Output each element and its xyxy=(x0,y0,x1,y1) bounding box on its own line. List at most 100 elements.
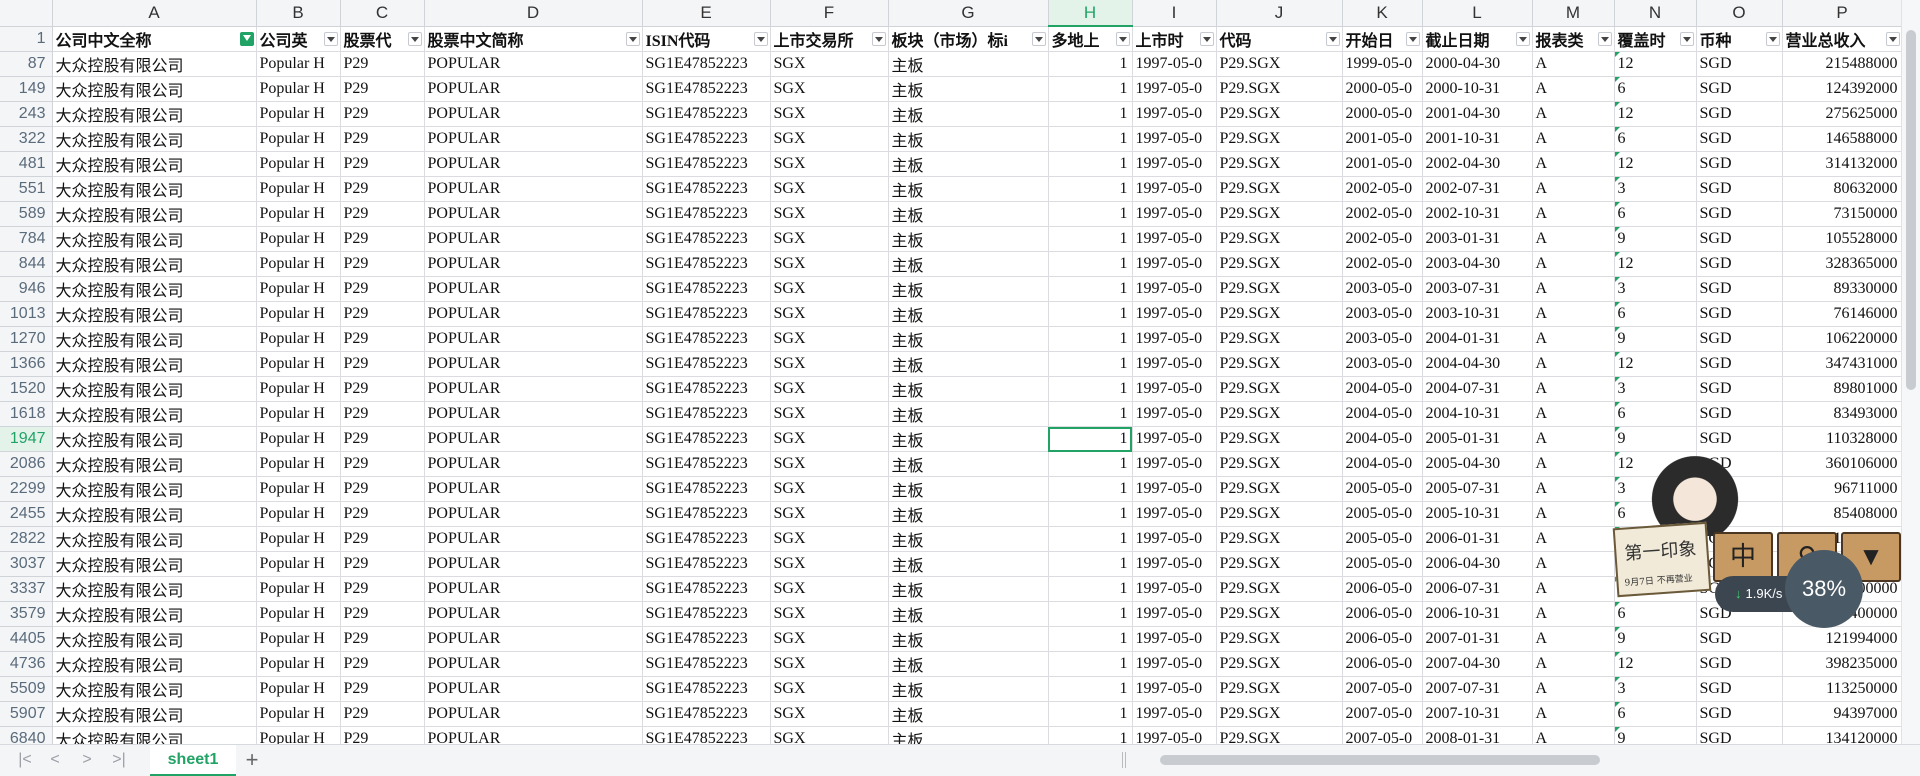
vertical-scroll-thumb[interactable] xyxy=(1906,30,1916,390)
cell[interactable]: 1 xyxy=(1048,251,1133,277)
cell[interactable]: P29.SGX xyxy=(1216,151,1343,177)
cell[interactable]: 主板 xyxy=(888,351,1049,377)
cell[interactable]: 2002-07-31 xyxy=(1422,176,1533,202)
cell[interactable]: 主板 xyxy=(888,451,1049,477)
cell[interactable]: 1 xyxy=(1048,226,1133,252)
cell[interactable]: 主板 xyxy=(888,101,1049,127)
cell[interactable]: 2003-05-0 xyxy=(1342,351,1423,377)
cell[interactable]: 2007-01-31 xyxy=(1422,626,1533,652)
cell[interactable]: 275625000 xyxy=(1782,101,1902,127)
cell[interactable]: 2001-10-31 xyxy=(1422,126,1533,152)
cell[interactable]: 大众控股有限公司 xyxy=(52,601,257,627)
cell[interactable]: 1997-05-0 xyxy=(1132,451,1217,477)
cell[interactable]: P29 xyxy=(340,551,425,577)
cell[interactable]: 1997-05-0 xyxy=(1132,201,1217,227)
cell[interactable]: SGD xyxy=(1696,201,1783,227)
cell[interactable]: 大众控股有限公司 xyxy=(52,51,257,77)
cell[interactable]: 大众控股有限公司 xyxy=(52,501,257,527)
cell[interactable]: SGX xyxy=(770,426,889,452)
cell[interactable]: SGX xyxy=(770,576,889,602)
cell[interactable]: SG1E47852223 xyxy=(642,176,771,202)
column-header[interactable]: I xyxy=(1132,0,1217,27)
cell[interactable]: P29.SGX xyxy=(1216,126,1343,152)
cell[interactable]: A xyxy=(1532,476,1615,502)
cell[interactable]: 1997-05-0 xyxy=(1132,601,1217,627)
cell[interactable]: A xyxy=(1532,351,1615,377)
header-cell[interactable]: 覆盖时 xyxy=(1614,26,1697,52)
cell[interactable]: 2004-05-0 xyxy=(1342,401,1423,427)
cell[interactable]: A xyxy=(1532,276,1615,302)
cell[interactable]: 146588000 xyxy=(1782,126,1902,152)
cell[interactable]: 2005-04-30 xyxy=(1422,451,1533,477)
cell[interactable]: 主板 xyxy=(888,726,1049,744)
cell[interactable]: P29 xyxy=(340,376,425,402)
row-header[interactable]: 1366 xyxy=(0,351,53,377)
filter-dropdown-icon[interactable] xyxy=(871,31,886,46)
column-header[interactable]: G xyxy=(888,0,1049,27)
cell[interactable]: Popular H xyxy=(256,426,341,452)
next-sheet-button[interactable]: > xyxy=(76,751,98,769)
cell[interactable]: Popular H xyxy=(256,551,341,577)
cell[interactable]: Popular H xyxy=(256,501,341,527)
cell[interactable]: P29.SGX xyxy=(1216,601,1343,627)
cell[interactable]: POPULAR xyxy=(424,326,643,352)
row-header[interactable]: 4736 xyxy=(0,651,53,677)
column-header[interactable]: O xyxy=(1696,0,1783,27)
filter-dropdown-icon[interactable] xyxy=(407,31,422,46)
filter-dropdown-icon[interactable] xyxy=(1115,32,1130,46)
cell[interactable]: A xyxy=(1532,51,1615,77)
cell[interactable]: 大众控股有限公司 xyxy=(52,401,257,427)
row-header[interactable]: 1 xyxy=(0,26,53,52)
row-header[interactable]: 4405 xyxy=(0,626,53,652)
cell[interactable]: P29 xyxy=(340,576,425,602)
cell[interactable]: 1 xyxy=(1048,76,1133,102)
cell[interactable]: 1997-05-0 xyxy=(1132,526,1217,552)
cell[interactable]: SGX xyxy=(770,201,889,227)
cell[interactable]: 大众控股有限公司 xyxy=(52,101,257,127)
column-header[interactable]: D xyxy=(424,0,643,27)
cell[interactable]: 1997-05-0 xyxy=(1132,651,1217,677)
cell[interactable]: 主板 xyxy=(888,201,1049,227)
sheet-tab-sheet1[interactable]: sheet1 xyxy=(150,745,236,776)
cell[interactable]: SG1E47852223 xyxy=(642,626,771,652)
filter-dropdown-icon[interactable] xyxy=(1325,31,1340,46)
cell[interactable]: POPULAR xyxy=(424,301,643,327)
cell[interactable]: P29 xyxy=(340,251,425,277)
cell[interactable]: 1 xyxy=(1048,101,1133,127)
row-header[interactable]: 946 xyxy=(0,276,53,302)
cell[interactable]: Popular H xyxy=(256,651,341,677)
cell[interactable]: SGX xyxy=(770,551,889,577)
cell[interactable]: POPULAR xyxy=(424,351,643,377)
cell[interactable]: POPULAR xyxy=(424,526,643,552)
cell[interactable]: 76146000 xyxy=(1782,301,1902,327)
cell[interactable]: 124392000 xyxy=(1782,76,1902,102)
row-header[interactable]: 2086 xyxy=(0,451,53,477)
cell[interactable]: 73150000 xyxy=(1782,201,1902,227)
cell[interactable]: 1 xyxy=(1048,551,1133,577)
cell[interactable]: P29 xyxy=(340,351,425,377)
cell[interactable]: P29.SGX xyxy=(1216,301,1343,327)
cell[interactable]: 主板 xyxy=(888,126,1049,152)
prev-sheet-button[interactable]: < xyxy=(44,751,66,769)
cell[interactable]: SGD xyxy=(1696,301,1783,327)
cell[interactable]: 1997-05-0 xyxy=(1132,501,1217,527)
cell[interactable]: POPULAR xyxy=(424,701,643,727)
row-header[interactable]: 243 xyxy=(0,101,53,127)
cell[interactable]: 1 xyxy=(1048,201,1133,227)
cell[interactable]: SG1E47852223 xyxy=(642,51,771,77)
cell[interactable]: P29.SGX xyxy=(1216,426,1343,452)
cell[interactable]: P29 xyxy=(340,276,425,302)
cell[interactable]: SGX xyxy=(770,151,889,177)
cell[interactable]: SGX xyxy=(770,226,889,252)
cell[interactable]: A xyxy=(1532,526,1615,552)
cell[interactable]: 1 xyxy=(1048,126,1133,152)
cell[interactable]: 1 xyxy=(1048,601,1133,627)
cell[interactable]: 106220000 xyxy=(1782,326,1902,352)
cell[interactable]: 80632000 xyxy=(1782,176,1902,202)
cell[interactable]: 2006-05-0 xyxy=(1342,651,1423,677)
row-header[interactable]: 481 xyxy=(0,151,53,177)
cell[interactable]: 2004-05-0 xyxy=(1342,426,1423,452)
cell[interactable]: 9 xyxy=(1614,726,1697,744)
cell[interactable]: SGX xyxy=(770,101,889,127)
filter-dropdown-icon[interactable] xyxy=(1031,31,1046,46)
